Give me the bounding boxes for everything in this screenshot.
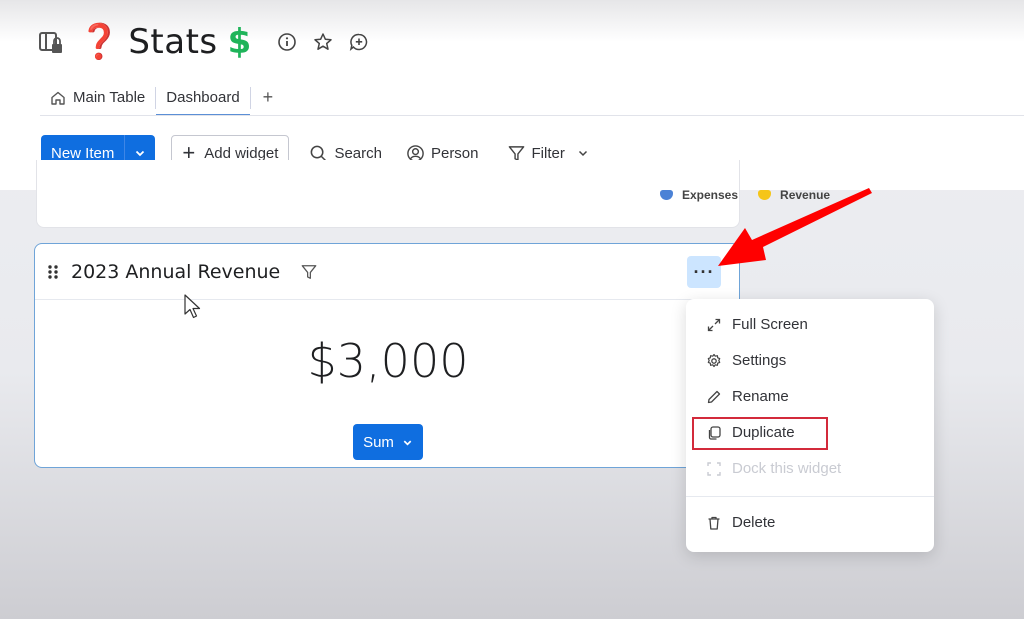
board-title[interactable]: Stats [128, 22, 217, 62]
add-widget-label: Add widget [204, 144, 279, 162]
widget-header: 2023 Annual Revenue ··· [35, 244, 739, 300]
board-title-row: ❓ Stats $ [38, 22, 369, 62]
gear-icon [707, 353, 721, 367]
tabs-divider [40, 115, 1024, 116]
widget-value: $3,000 [307, 334, 469, 388]
tab-label: Dashboard [166, 89, 240, 106]
aggregation-dropdown[interactable]: Sum [353, 424, 423, 460]
menu-item-delete[interactable]: Delete [706, 514, 775, 531]
private-board-icon [39, 32, 62, 53]
search-label: Search [334, 144, 382, 162]
filter-label: Filter [531, 144, 565, 162]
menu-item-label: Rename [732, 388, 789, 405]
add-view-button[interactable]: + [251, 87, 286, 108]
dollar-emoji: $ [227, 22, 252, 62]
filter-icon[interactable] [300, 263, 318, 281]
menu-item-label: Settings [732, 352, 787, 369]
question-emoji: ❓ [78, 22, 121, 62]
menu-divider [686, 496, 934, 497]
chart-widget-partial [36, 160, 740, 228]
menu-item-rename[interactable]: Rename [706, 388, 789, 405]
chevron-down-icon[interactable] [577, 147, 589, 159]
menu-item-label: Full Screen [732, 316, 808, 333]
tab-dashboard[interactable]: Dashboard [156, 80, 251, 116]
star-icon[interactable] [313, 32, 333, 52]
tab-main-table[interactable]: Main Table [40, 80, 155, 115]
menu-item-settings[interactable]: Settings [706, 352, 786, 369]
widget-title[interactable]: 2023 Annual Revenue [71, 261, 280, 283]
add-update-icon[interactable] [349, 32, 369, 52]
menu-item-dock-widget: Dock this widget [706, 460, 841, 477]
numbers-widget: 2023 Annual Revenue ··· $3,000 Sum [34, 243, 740, 468]
expand-icon [707, 318, 721, 331]
dock-icon [707, 461, 721, 476]
info-icon[interactable] [277, 32, 297, 52]
chevron-down-icon [136, 150, 145, 157]
home-icon [51, 91, 65, 105]
view-tabs: Main Table Dashboard + [40, 80, 286, 116]
duplicate-highlight-box [692, 417, 828, 450]
pencil-icon [707, 390, 721, 403]
chevron-down-icon [403, 440, 412, 446]
person-label: Person [430, 144, 479, 162]
mouse-cursor-icon [184, 294, 201, 319]
menu-item-label: Delete [732, 514, 776, 531]
menu-item-label: Dock this widget [732, 460, 842, 477]
tab-label: Main Table [73, 89, 146, 106]
legend-swatch [660, 190, 673, 200]
menu-item-full-screen[interactable]: Full Screen [706, 316, 808, 333]
annotation-arrow-icon [718, 188, 872, 266]
aggregation-label: Sum [363, 433, 394, 451]
trash-icon [708, 516, 720, 530]
drag-handle-icon[interactable] [47, 264, 59, 280]
